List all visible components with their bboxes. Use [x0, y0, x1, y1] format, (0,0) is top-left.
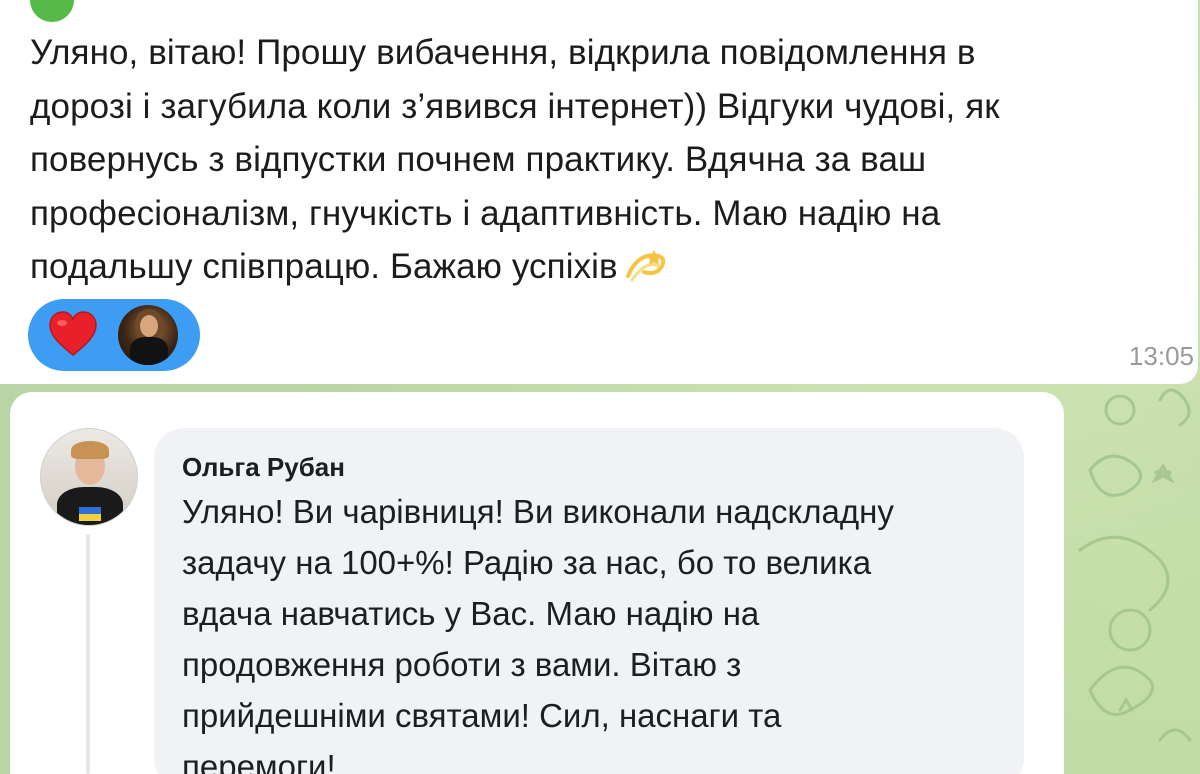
message-bubble: Уляно, вітаю! Прошу вибачення, відкрила …: [0, 0, 1198, 384]
avatar[interactable]: [40, 428, 138, 526]
comment-author[interactable]: Ольга Рубан: [182, 452, 345, 483]
message-text-content: Уляно, вітаю! Прошу вибачення, відкрила …: [30, 33, 1000, 286]
message-time: 13:05: [1128, 341, 1194, 371]
reactions-pill[interactable]: [28, 299, 200, 371]
dizzy-icon: [622, 246, 666, 286]
reaction-user-avatar[interactable]: [118, 305, 178, 365]
message-text: Уляно, вітаю! Прошу вибачення, відкрила …: [30, 26, 1180, 294]
heart-icon[interactable]: [48, 311, 98, 359]
message-indicator-dot: [30, 0, 74, 22]
thread-line: [86, 534, 90, 774]
comment-text: Уляно! Ви чарівниця! Ви виконали надскла…: [182, 493, 894, 774]
wallpaper-doodles-icon: [1078, 388, 1192, 742]
